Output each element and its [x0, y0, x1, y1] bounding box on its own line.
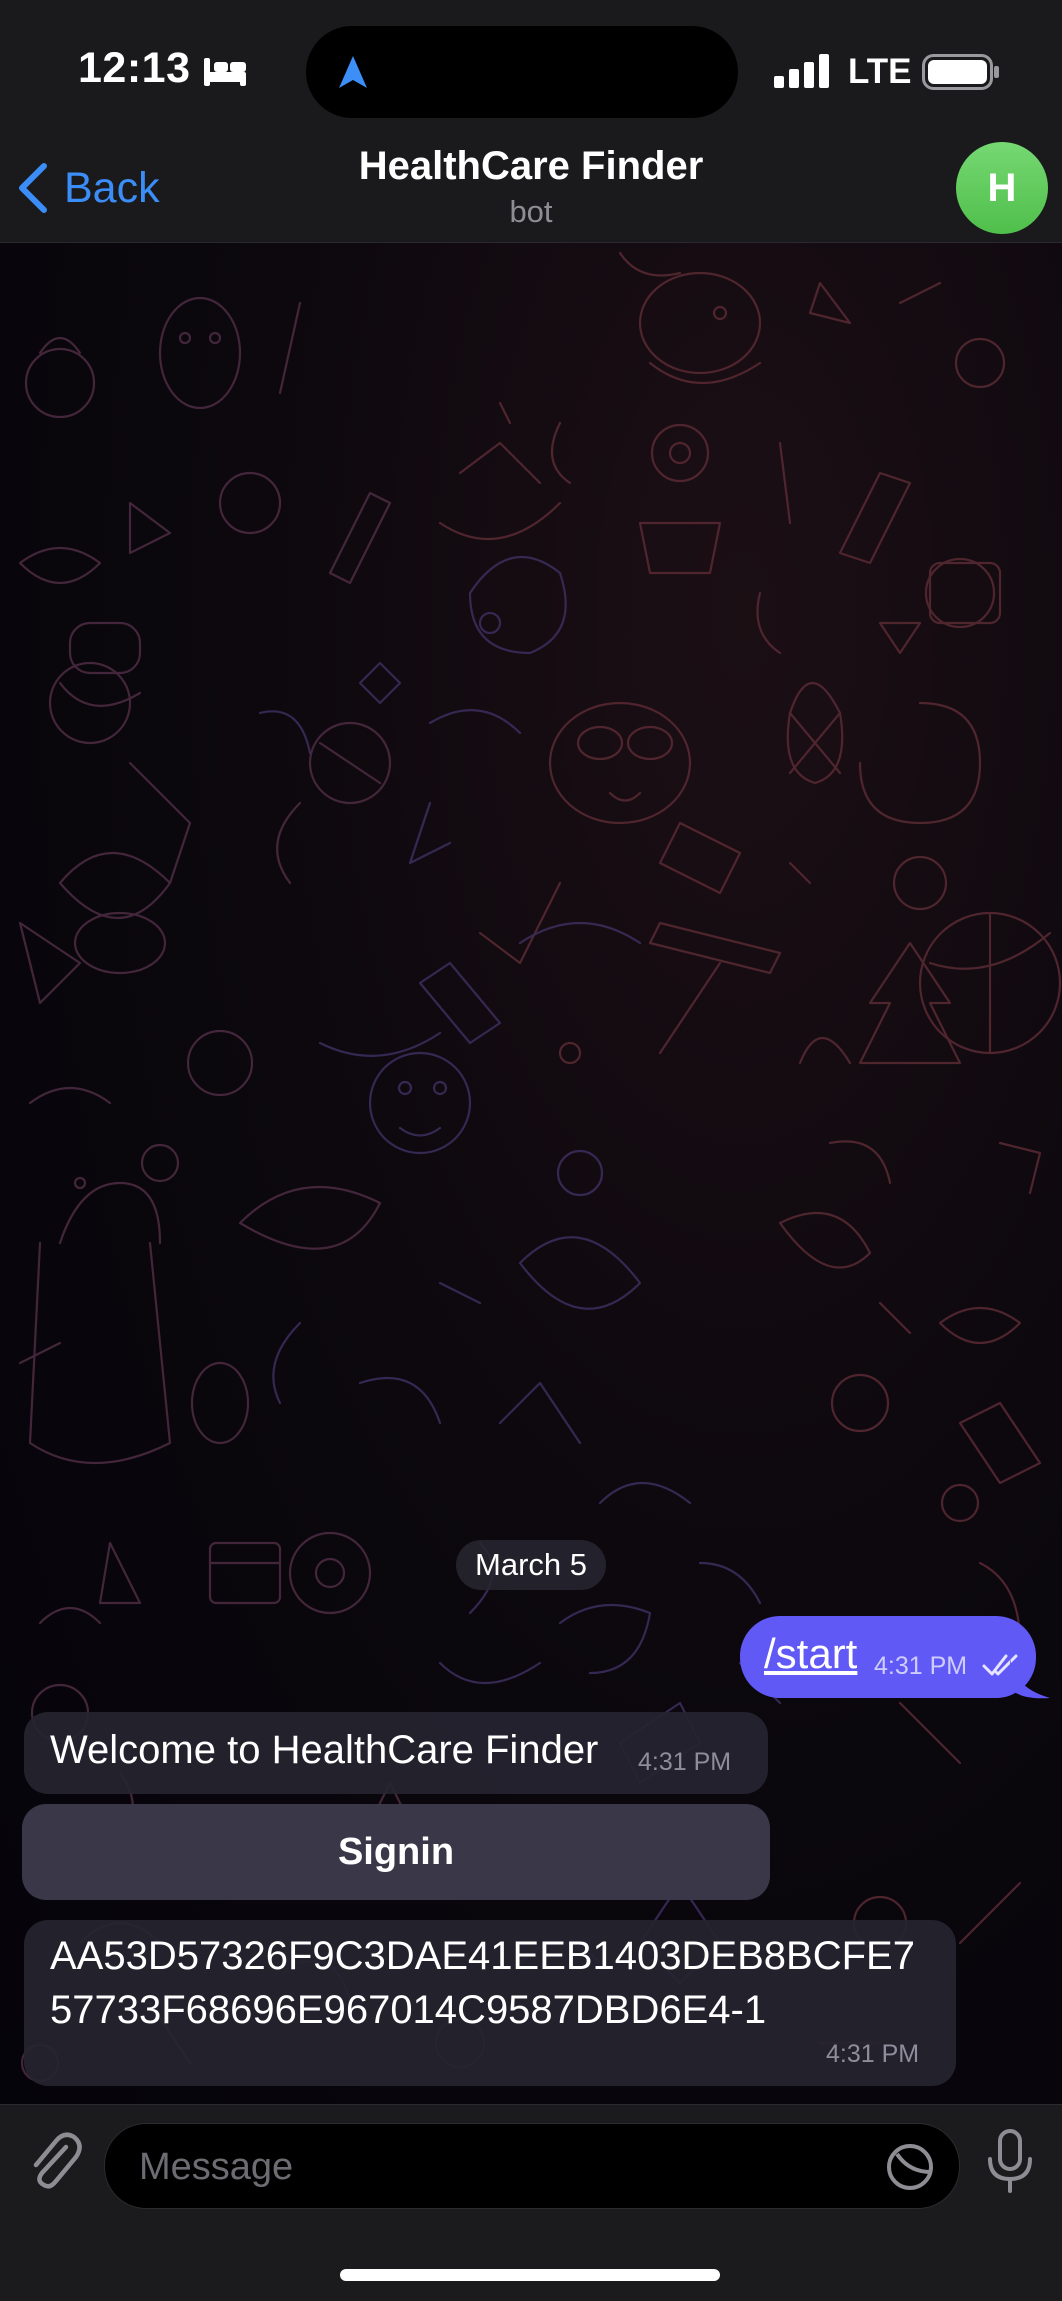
incoming-message: AA53D57326F9C3DAE41EEB1403DEB8BCFE7 5773…: [24, 1920, 956, 2086]
sticker-icon[interactable]: [885, 2142, 935, 2192]
message-input[interactable]: [137, 2124, 861, 2210]
microphone-icon[interactable]: [984, 2129, 1036, 2195]
bed-icon: [204, 58, 246, 86]
navigation-header: 12:13 LTE Back HealthCare Finder bot H: [0, 0, 1062, 243]
message-time: 4:31 PM: [638, 1748, 732, 1776]
incoming-message: Welcome to HealthCare Finder 4:31 PM: [24, 1712, 768, 1794]
status-time: 12:13: [78, 44, 191, 92]
chat-subtitle: bot: [509, 194, 553, 229]
message-field[interactable]: [104, 2123, 960, 2210]
dynamic-island: [306, 26, 738, 118]
token-line-1: AA53D57326F9C3DAE41EEB1403DEB8BCFE7: [50, 1934, 915, 1978]
telegram-chat-screen: 12:13 LTE Back HealthCare Finder bot H M…: [0, 0, 1062, 2301]
signin-button[interactable]: Signin: [22, 1804, 770, 1900]
chat-title[interactable]: HealthCare Finder: [0, 144, 1062, 189]
paperclip-icon[interactable]: [26, 2129, 82, 2193]
home-indicator[interactable]: [340, 2269, 720, 2281]
signal-icon: [774, 54, 829, 88]
bubble-tail: [1010, 1658, 1050, 1699]
avatar[interactable]: H: [956, 142, 1048, 234]
message-text: Welcome to HealthCare Finder: [50, 1728, 599, 1772]
date-separator: March 5: [456, 1540, 606, 1590]
location-arrow-icon: [339, 56, 367, 88]
token-line-2: 57733F68696E967014C9587DBD6E4-1: [50, 1988, 767, 2032]
outgoing-message: /start 4:31 PM: [740, 1616, 1036, 1698]
message-composer: [0, 2104, 1062, 2301]
command-link[interactable]: /start: [764, 1630, 857, 1678]
message-time: 4:31 PM: [826, 2040, 920, 2068]
network-type: LTE: [848, 52, 912, 91]
battery-icon: [922, 54, 999, 90]
message-time: 4:31 PM: [874, 1652, 968, 1680]
